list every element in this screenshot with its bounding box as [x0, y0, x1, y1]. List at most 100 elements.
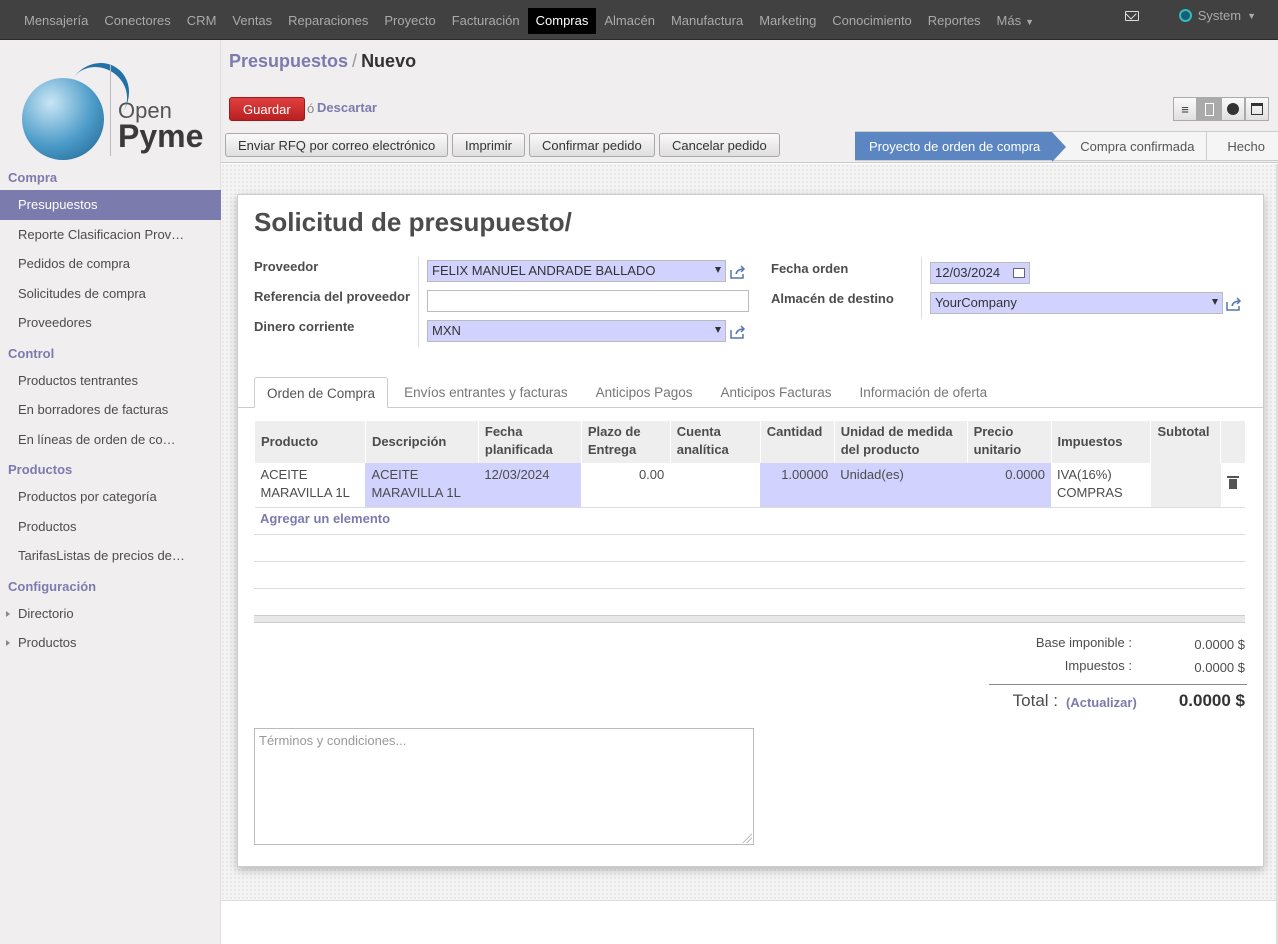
column-header-producto[interactable]: Producto	[254, 421, 366, 463]
send-rfq-button[interactable]: Enviar RFQ por correo electrónico	[225, 133, 449, 157]
sidebar-item-solicitudes-de-compra[interactable]: Solicitudes de compra	[0, 279, 221, 309]
column-header-descripcion[interactable]: Descripción	[364, 421, 479, 463]
external-link-icon[interactable]	[730, 265, 746, 279]
menu-reparaciones[interactable]: Reparaciones	[280, 8, 376, 34]
print-button[interactable]: Imprimir	[452, 133, 525, 157]
fecha-orden-input[interactable]: 12/03/2024	[930, 262, 1030, 284]
external-link-icon[interactable]	[1226, 297, 1242, 311]
ref-proveedor-label: Referencia del proveedor	[254, 289, 411, 304]
menu-label: Manufactura	[670, 13, 744, 28]
menu-conocimiento[interactable]: Conocimiento	[824, 8, 920, 34]
currency-select[interactable]: MXN	[427, 320, 726, 342]
form-icon	[1204, 102, 1214, 116]
menu-almacen[interactable]: Almacén	[596, 8, 663, 34]
tab-informacion-de-oferta[interactable]: Información de oferta	[848, 377, 1000, 408]
list-view-button[interactable]: ≡	[1173, 97, 1197, 121]
cell-cantidad[interactable]: 1.00000	[760, 463, 835, 508]
column-header-cantidad[interactable]: Cantidad	[759, 421, 835, 463]
breadcrumb-parent-link[interactable]: Presupuestos	[229, 51, 348, 71]
envelope-icon[interactable]	[1124, 10, 1139, 21]
cell-fecha[interactable]: 12/03/2024	[478, 463, 582, 508]
globe-logo-icon	[22, 78, 104, 160]
sidebar-item-en-borradores-de-facturas[interactable]: En borradores de facturas	[0, 395, 221, 425]
menu-mas[interactable]: Más ▼	[989, 8, 1042, 34]
sidebar-item-proveedores[interactable]: Proveedores	[0, 308, 221, 338]
column-header-cuenta-analitica[interactable]: Cuenta analítica	[669, 421, 761, 463]
user-menu[interactable]: System ▼	[1178, 8, 1256, 23]
menu-crm[interactable]: CRM	[179, 8, 225, 34]
tab-envios-entrantes-y-facturas[interactable]: Envíos entrantes y facturas	[392, 377, 580, 408]
proveedor-value: FELIX MANUEL ANDRADE BALLADO	[432, 263, 656, 278]
chevron-down-icon: ▼	[1025, 17, 1035, 27]
stage-done[interactable]: Hecho	[1206, 131, 1278, 161]
trash-icon[interactable]	[1226, 476, 1239, 489]
tab-anticipos-facturas[interactable]: Anticipos Facturas	[708, 377, 843, 408]
sidebar-item-productos[interactable]: Productos	[0, 512, 221, 542]
stage-confirmed[interactable]: Compra confirmada	[1052, 131, 1207, 161]
cell-cuenta[interactable]	[670, 463, 761, 508]
menu-ventas[interactable]: Ventas	[224, 8, 280, 34]
column-header-subtotal[interactable]: Subtotal	[1150, 421, 1221, 463]
menu-label: Más	[996, 13, 1022, 28]
sidebar-item-presupuestos[interactable]: Presupuestos	[0, 190, 221, 220]
save-button[interactable]: Guardar	[229, 97, 305, 121]
cancel-order-button[interactable]: Cancelar pedido	[659, 133, 780, 157]
menu-manufactura[interactable]: Manufactura	[663, 8, 751, 34]
stage-draft[interactable]: Proyecto de orden de compra	[854, 131, 1067, 162]
proveedor-select[interactable]: FELIX MANUEL ANDRADE BALLADO	[427, 260, 726, 282]
openpyme-logo[interactable]: Open Pyme	[18, 60, 208, 170]
almacen-select[interactable]: YourCompany	[930, 292, 1223, 314]
graph-view-button[interactable]	[1221, 97, 1245, 121]
tab-orden-de-compra[interactable]: Orden de Compra	[254, 377, 389, 408]
terms-textarea[interactable]: Términos y condiciones...	[254, 728, 754, 845]
sidebar-item-productos[interactable]: Productos	[0, 628, 221, 658]
cell-precio[interactable]: 0.0000	[967, 463, 1051, 508]
column-header-impuestos[interactable]: Impuestos	[1050, 421, 1151, 463]
proveedor-label: Proveedor	[254, 259, 319, 274]
resize-grip-icon[interactable]	[742, 833, 752, 843]
statusbar: Proyecto de orden de compra Compra confi…	[854, 131, 1278, 162]
update-link[interactable]: (Actualizar)	[1066, 695, 1137, 710]
menu-proyecto[interactable]: Proyecto	[376, 8, 443, 34]
menu-marketing[interactable]: Marketing	[751, 8, 824, 34]
calendar-view-button[interactable]	[1245, 97, 1269, 121]
sidebar-item-reporte-clasificacion-prov[interactable]: Reporte Clasificacion Prov…	[0, 220, 221, 250]
table-row[interactable]: ACEITE MARAVILLA 1L ACEITE MARAVILLA 1L …	[254, 463, 1245, 508]
menu-facturacion[interactable]: Facturación	[444, 8, 528, 34]
or-text: ó	[307, 101, 315, 116]
dinero-label: Dinero corriente	[254, 319, 355, 334]
sidebar-item-en-lineas-de-orden-de-co[interactable]: En líneas de orden de co…	[0, 425, 221, 455]
menu-label: Mensajería	[24, 13, 89, 28]
menu-compras[interactable]: Compras	[527, 8, 597, 34]
cell-plazo[interactable]: 0.00	[581, 463, 671, 508]
tab-anticipos-pagos[interactable]: Anticipos Pagos	[584, 377, 705, 408]
sidebar-item-productos-tentrantes[interactable]: Productos tentrantes	[0, 366, 221, 396]
ref-proveedor-input[interactable]	[427, 290, 749, 312]
notebook-tabs: Orden de Compra Envíos entrantes y factur…	[254, 377, 1003, 409]
external-link-icon[interactable]	[730, 325, 746, 339]
cell-delete[interactable]	[1220, 463, 1245, 508]
menu-reportes[interactable]: Reportes	[920, 8, 989, 34]
calendar-icon	[1251, 103, 1263, 115]
field-separator	[921, 257, 922, 319]
calendar-icon[interactable]	[1013, 268, 1025, 278]
logo-divider	[110, 64, 111, 156]
sidebar-item-pedidos-de-compra[interactable]: Pedidos de compra	[0, 249, 221, 279]
confirm-order-button[interactable]: Confirmar pedido	[529, 133, 655, 157]
sidebar-item-directorio[interactable]: Directorio	[0, 599, 221, 629]
menu-mensajeria[interactable]: Mensajería	[16, 8, 96, 34]
sidebar-item-productos-por-categoria[interactable]: Productos por categoría	[0, 482, 221, 512]
column-header-precio-unitario[interactable]: Precio unitario	[966, 421, 1051, 463]
cell-impuestos[interactable]: IVA(16%) COMPRAS	[1051, 463, 1151, 508]
menu-conectores[interactable]: Conectores	[96, 8, 178, 34]
cell-descripcion[interactable]: ACEITE MARAVILLA 1L	[365, 463, 479, 508]
discard-link[interactable]: Descartar	[317, 100, 377, 115]
column-header-fecha-planificada[interactable]: Fecha planificada	[477, 421, 582, 463]
column-header-unidad-de-medida-del-producto[interactable]: Unidad de medida del producto	[833, 421, 968, 463]
cell-unidad[interactable]: Unidad(es)	[834, 463, 968, 508]
cell-producto[interactable]: ACEITE MARAVILLA 1L	[254, 463, 366, 508]
sidebar-item-tarifaslistas-de-precios-de[interactable]: TarifasListas de precios de…	[0, 541, 221, 571]
add-line-link[interactable]: Agregar un elemento	[260, 511, 390, 526]
column-header-plazo-de-entrega[interactable]: Plazo de Entrega	[580, 421, 671, 463]
form-view-button[interactable]	[1197, 97, 1221, 121]
